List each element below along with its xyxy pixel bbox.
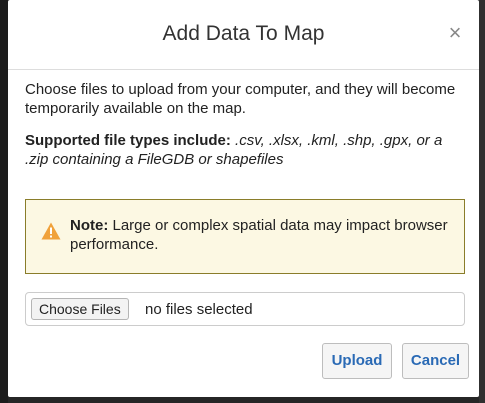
dialog-title: Add Data To Map <box>162 22 325 45</box>
dialog-body: Choose files to upload from your compute… <box>25 80 469 379</box>
performance-warning-alert: Note: Large or complex spatial data may … <box>25 199 465 274</box>
add-data-dialog: Add Data To Map × Choose files to upload… <box>8 0 479 397</box>
close-icon[interactable]: × <box>445 21 465 45</box>
dialog-header: Add Data To Map × <box>8 0 479 70</box>
file-status-text: no files selected <box>145 301 253 318</box>
alert-note-label: Note: <box>70 217 109 234</box>
backdrop-left <box>0 0 8 403</box>
upload-button[interactable]: Upload <box>322 343 392 379</box>
file-input: Choose Files no files selected <box>25 292 465 326</box>
supported-types-text: Supported file types include: .csv, .xls… <box>25 131 465 169</box>
warning-triangle-icon <box>41 222 61 240</box>
alert-text: Note: Large or complex spatial data may … <box>70 216 452 254</box>
intro-text: Choose files to upload from your compute… <box>25 81 456 117</box>
choose-files-button[interactable]: Choose Files <box>31 298 129 320</box>
alert-note-text: Large or complex spatial data may impact… <box>70 217 448 253</box>
cancel-button[interactable]: Cancel <box>402 343 469 379</box>
supported-label: Supported file types include: <box>25 132 231 149</box>
backdrop-right <box>479 0 485 403</box>
